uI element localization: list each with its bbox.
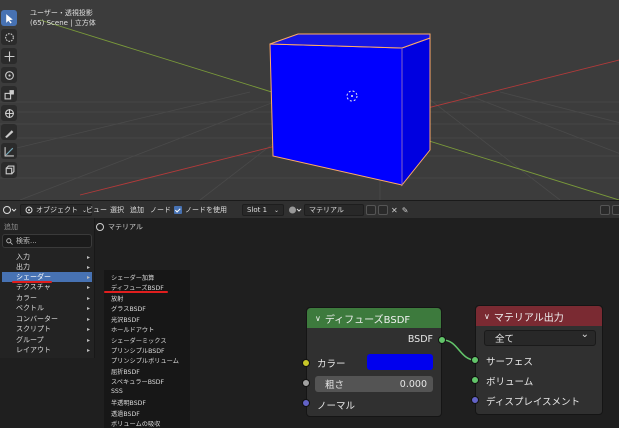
viewport-toolbar xyxy=(0,8,18,181)
menu-view[interactable]: ビュー xyxy=(86,204,107,216)
chevron-down-icon: ⌄ xyxy=(273,206,279,214)
render-target-value: 全て xyxy=(495,334,515,345)
color-input-label: カラー xyxy=(317,359,346,370)
add-cube-icon[interactable] xyxy=(1,162,17,178)
normal-input-label: ノーマル xyxy=(317,401,356,412)
slot-label: Slot 1 xyxy=(247,206,268,214)
bsdf-output-label: BSDF xyxy=(407,334,433,345)
3d-viewport[interactable]: ユーザー・透視投影 (65) Scene | 立方体 xyxy=(0,0,619,200)
checkbox-checked-icon xyxy=(174,206,182,214)
use-nodes-checkbox[interactable]: ノードを使用 xyxy=(174,204,227,216)
normal-input-socket[interactable] xyxy=(302,399,310,407)
material-browse-button[interactable] xyxy=(288,204,302,216)
cursor-icon[interactable] xyxy=(1,29,17,45)
chevron-down-icon[interactable]: ∨ xyxy=(484,312,490,321)
material-output-node[interactable]: ∨ マテリアル出力 全て サーフェス ボリューム ディスプレイスメント xyxy=(475,305,603,415)
viewport-view-label: ユーザー・透視投影 xyxy=(30,9,93,17)
volume-input-label: ボリューム xyxy=(486,377,534,388)
transform-icon[interactable] xyxy=(1,105,17,121)
displacement-input-label: ディスプレイスメント xyxy=(486,397,581,408)
viewport-grid xyxy=(0,19,619,200)
roughness-slider[interactable]: 粗さ 0.000 xyxy=(315,376,433,392)
object-icon xyxy=(25,206,33,214)
volume-input-socket[interactable] xyxy=(471,376,479,384)
fake-user-shield-icon[interactable] xyxy=(366,205,376,215)
scale-icon[interactable] xyxy=(1,86,17,102)
output-node-header[interactable]: ∨ マテリアル出力 xyxy=(476,306,602,326)
cube[interactable] xyxy=(269,33,431,187)
select-icon[interactable] xyxy=(1,10,17,26)
surface-input-label: サーフェス xyxy=(486,357,533,368)
header-right-buttons xyxy=(600,204,619,216)
pin-icon[interactable]: ✎ xyxy=(402,206,409,215)
annotate-icon[interactable] xyxy=(1,124,17,140)
color-swatch[interactable] xyxy=(367,354,433,370)
displacement-input-socket[interactable] xyxy=(471,396,479,404)
duplicate-icon[interactable] xyxy=(378,205,388,215)
viewport-scene-label: (65) Scene | 立方体 xyxy=(30,19,96,27)
material-sphere-icon xyxy=(289,206,302,214)
diffuse-node-header[interactable]: ∨ ディフューズBSDF xyxy=(307,308,441,328)
editor-type-button[interactable] xyxy=(3,204,17,216)
material-actions: ✕ ✎ xyxy=(366,204,408,216)
node-editor-canvas[interactable]: マテリアル 追加 検索... 入力 出力 シェーダー テクスチャ カラー ベクト… xyxy=(0,218,619,428)
roughness-label: 粗さ xyxy=(325,380,345,391)
node-editor-icon xyxy=(3,206,17,214)
backdrop-icon[interactable] xyxy=(600,205,610,215)
node-editor-header: オブジェクト ⌄ ビュー 選択 追加 ノード ノードを使用 Slot 1 ⌄ マ… xyxy=(0,200,619,218)
material-name-field[interactable]: マテリアル xyxy=(304,204,364,216)
roughness-input-socket[interactable] xyxy=(302,379,310,387)
object-type-label: オブジェクト xyxy=(36,206,78,214)
roughness-value: 0.000 xyxy=(399,378,427,390)
diffuse-node-title: ディフューズBSDF xyxy=(324,314,411,326)
move-icon[interactable] xyxy=(1,48,17,64)
rotate-icon[interactable] xyxy=(1,67,17,83)
close-icon[interactable]: ✕ xyxy=(391,206,398,215)
measure-icon[interactable] xyxy=(1,143,17,159)
use-nodes-label: ノードを使用 xyxy=(185,206,227,214)
diffuse-bsdf-node[interactable]: ∨ ディフューズBSDF BSDF カラー 粗さ 0.000 ノーマル xyxy=(306,307,442,417)
material-name: マテリアル xyxy=(309,206,344,214)
menu-add[interactable]: 追加 xyxy=(130,204,144,216)
output-node-title: マテリアル出力 xyxy=(493,312,564,324)
object-type-dropdown[interactable]: オブジェクト ⌄ xyxy=(20,204,93,216)
menu-node[interactable]: ノード xyxy=(150,204,171,216)
parent-node-icon[interactable] xyxy=(612,205,619,215)
surface-input-socket[interactable] xyxy=(471,356,479,364)
slot-dropdown[interactable]: Slot 1 ⌄ xyxy=(242,204,284,216)
chevron-down-icon[interactable]: ∨ xyxy=(315,314,321,323)
bsdf-output-socket[interactable] xyxy=(438,336,446,344)
render-target-dropdown[interactable]: 全て xyxy=(484,329,596,346)
color-input-socket[interactable] xyxy=(302,359,310,367)
menu-select[interactable]: 選択 xyxy=(110,204,124,216)
